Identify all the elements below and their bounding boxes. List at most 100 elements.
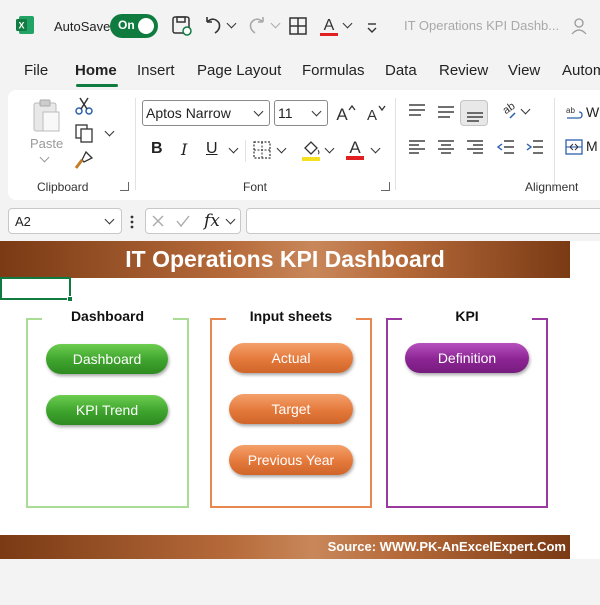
tab-insert[interactable]: Insert	[137, 62, 175, 79]
divider	[245, 140, 246, 162]
tab-page-layout[interactable]: Page Layout	[197, 62, 281, 79]
dashboard-banner: IT Operations KPI Dashboard	[0, 241, 570, 278]
svg-text:ab: ab	[566, 106, 575, 115]
divider	[395, 98, 396, 190]
copy-dropdown-icon[interactable]	[104, 126, 115, 137]
insert-function-button[interactable]: fx	[204, 211, 220, 231]
font-color-dropdown-icon[interactable]	[342, 18, 353, 29]
ribbon: Paste Clipboard Aptos Narrow 11 A A B I …	[8, 90, 600, 200]
borders-icon[interactable]	[288, 14, 308, 38]
svg-text:A: A	[367, 107, 377, 124]
font-size-value: 11	[278, 105, 293, 121]
name-box[interactable]: A2	[8, 208, 122, 234]
clipboard-launcher-icon[interactable]	[120, 182, 129, 191]
align-right-icon[interactable]	[465, 138, 485, 156]
font-color-dropdown-icon[interactable]	[370, 143, 381, 154]
worksheet-margin	[570, 241, 600, 559]
panel-title: Input sheets	[249, 308, 333, 324]
document-title: IT Operations KPI Dashb...	[404, 18, 560, 33]
wrap-text-label[interactable]: W	[586, 104, 599, 120]
orientation-dropdown-icon[interactable]	[520, 104, 531, 115]
tab-formulas[interactable]: Formulas	[302, 62, 365, 79]
cancel-icon[interactable]	[151, 214, 165, 228]
tab-home[interactable]: Home	[75, 62, 117, 79]
merge-center-label[interactable]: M	[586, 138, 598, 154]
increase-indent-icon[interactable]	[525, 138, 545, 156]
align-center-icon[interactable]	[436, 138, 456, 156]
paste-label: Paste	[30, 136, 64, 151]
tab-automate[interactable]: Autom	[562, 62, 600, 79]
format-painter-icon[interactable]	[74, 150, 94, 170]
chevron-down-icon	[104, 214, 115, 225]
worksheet[interactable]: IT Operations KPI Dashboard Dashboard Da…	[0, 241, 570, 559]
italic-button[interactable]: I	[181, 140, 187, 159]
tab-data[interactable]: Data	[385, 62, 417, 79]
save-icon[interactable]	[170, 14, 194, 38]
orientation-icon[interactable]: ab	[496, 100, 518, 122]
svg-text:ab: ab	[501, 100, 518, 117]
kpi-trend-button[interactable]: KPI Trend	[46, 395, 168, 425]
formula-input[interactable]	[246, 208, 600, 234]
actual-button[interactable]: Actual	[229, 343, 353, 373]
cut-icon[interactable]	[74, 96, 94, 116]
divider	[554, 98, 555, 190]
increase-font-size-icon[interactable]: A	[334, 102, 356, 124]
wrap-text-icon[interactable]: ab	[565, 104, 583, 122]
bold-button[interactable]: B	[151, 140, 163, 158]
coauthor-icon[interactable]	[570, 14, 590, 38]
panel-input-sheets: Input sheets Actual Target Previous Year	[210, 308, 372, 508]
decrease-font-size-icon[interactable]: A	[364, 102, 386, 124]
underline-dropdown-icon[interactable]	[228, 143, 239, 154]
title-bar: X AutoSave On A IT Operations KPI Dashb.…	[0, 0, 600, 52]
panel-title: Dashboard	[70, 308, 145, 324]
clipboard-group-label: Clipboard	[37, 180, 89, 194]
font-name-select[interactable]: Aptos Narrow	[142, 100, 270, 126]
font-name-value: Aptos Narrow	[146, 105, 231, 121]
font-color-icon[interactable]: A	[344, 136, 366, 162]
underline-button[interactable]: U	[206, 140, 218, 158]
tab-file[interactable]: File	[24, 62, 48, 79]
chevron-down-icon	[311, 106, 322, 117]
dashboard-button[interactable]: Dashboard	[46, 344, 168, 374]
paste-icon[interactable]	[30, 98, 62, 134]
fill-color-dropdown-icon[interactable]	[324, 143, 335, 154]
previous-year-button[interactable]: Previous Year	[229, 445, 353, 475]
undo-dropdown-icon[interactable]	[226, 18, 237, 29]
formula-bar: A2 fx	[0, 204, 600, 236]
border-icon[interactable]	[252, 140, 272, 160]
middle-align-icon[interactable]	[436, 102, 456, 120]
panel-dashboard: Dashboard Dashboard KPI Trend	[26, 308, 189, 508]
align-left-icon[interactable]	[407, 138, 427, 156]
font-color-icon[interactable]: A	[318, 14, 340, 38]
fill-color-icon[interactable]	[300, 138, 322, 162]
alignment-group-label: Alignment	[525, 180, 579, 194]
selected-cell[interactable]	[0, 277, 71, 300]
decrease-indent-icon[interactable]	[496, 138, 516, 156]
autosave-label: AutoSave	[54, 19, 111, 34]
redo-icon[interactable]	[246, 14, 268, 38]
divider	[135, 98, 136, 190]
bottom-align-icon	[467, 112, 483, 122]
undo-icon[interactable]	[202, 14, 224, 38]
paste-dropdown-icon[interactable]	[39, 152, 50, 163]
autosave-toggle-label: On	[118, 18, 135, 32]
svg-text:A: A	[324, 17, 335, 34]
more-options-icon[interactable]	[129, 214, 135, 230]
border-dropdown-icon[interactable]	[276, 143, 287, 154]
tab-view[interactable]: View	[508, 62, 540, 79]
fill-handle[interactable]	[67, 296, 73, 302]
font-launcher-icon[interactable]	[381, 182, 390, 191]
top-align-icon[interactable]	[407, 102, 427, 120]
customize-toolbar-icon[interactable]	[364, 14, 380, 38]
tab-review[interactable]: Review	[439, 62, 488, 79]
redo-dropdown-icon[interactable]	[270, 18, 281, 29]
bottom-align-button[interactable]	[460, 100, 488, 126]
enter-icon[interactable]	[175, 214, 191, 228]
target-button[interactable]: Target	[229, 394, 353, 424]
merge-center-icon[interactable]	[565, 138, 583, 156]
font-size-select[interactable]: 11	[274, 100, 328, 126]
chevron-down-icon[interactable]	[225, 214, 236, 225]
definition-button[interactable]: Definition	[405, 343, 529, 373]
autosave-toggle[interactable]: On	[110, 14, 158, 38]
copy-icon[interactable]	[74, 123, 94, 143]
